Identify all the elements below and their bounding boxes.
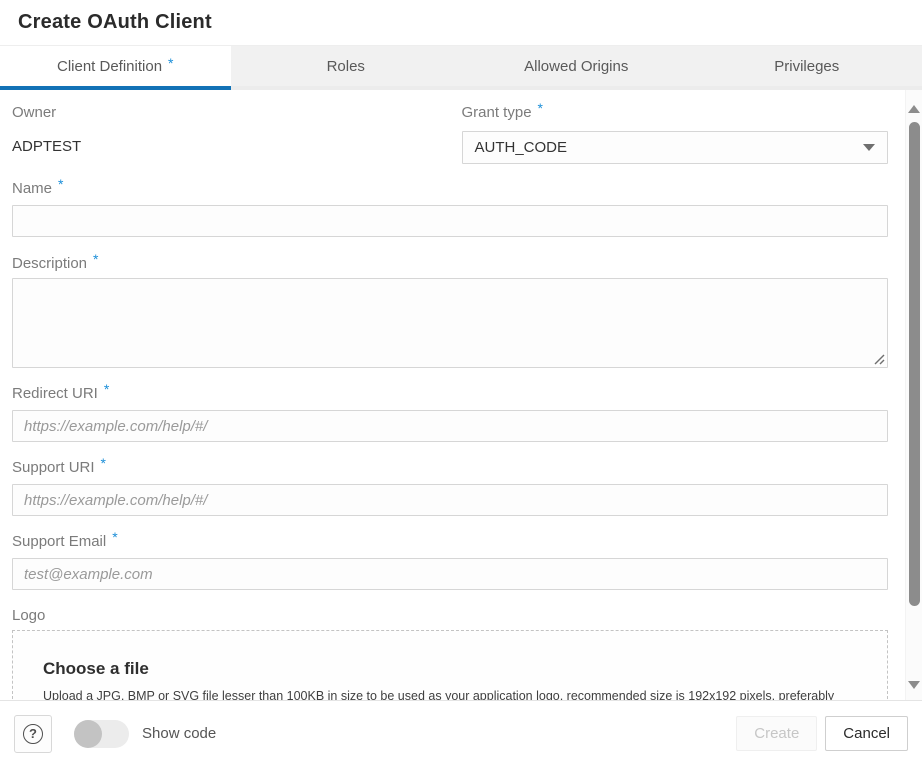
dialog-header: Create OAuth Client: [0, 0, 922, 46]
create-button[interactable]: Create: [736, 716, 817, 751]
grant-type-select[interactable]: AUTH_CODE: [462, 131, 889, 164]
support-uri-label: Support URI *: [12, 459, 888, 477]
tab-roles[interactable]: Roles: [231, 46, 462, 90]
support-email-label: Support Email *: [12, 533, 888, 551]
name-input[interactable]: [12, 205, 888, 237]
choose-file-title: Choose a file: [43, 659, 857, 679]
cancel-button[interactable]: Cancel: [825, 716, 908, 751]
tab-label: Privileges: [774, 58, 839, 75]
redirect-uri-label: Redirect URI *: [12, 385, 888, 403]
scroll-up-icon[interactable]: [908, 105, 920, 113]
show-code-label: Show code: [142, 725, 216, 742]
help-button[interactable]: ?: [14, 715, 52, 753]
tab-label: Allowed Origins: [524, 58, 628, 75]
redirect-uri-input[interactable]: [12, 410, 888, 442]
description-label: Description *: [12, 255, 888, 273]
owner-value: ADPTEST: [12, 137, 439, 157]
create-oauth-client-dialog: Create OAuth Client Client Definition * …: [0, 0, 922, 766]
scroll-down-icon[interactable]: [908, 681, 920, 689]
tab-bar: Client Definition * Roles Allowed Origin…: [0, 46, 922, 90]
tab-privileges[interactable]: Privileges: [692, 46, 922, 90]
tab-label: Client Definition: [57, 58, 162, 75]
support-uri-input[interactable]: [12, 484, 888, 516]
required-asterisk: *: [104, 382, 109, 396]
toggle-knob: [74, 720, 102, 748]
page-title: Create OAuth Client: [18, 11, 212, 34]
show-code-toggle[interactable]: [74, 720, 129, 748]
logo-file-dropzone[interactable]: Choose a file Upload a JPG, BMP or SVG f…: [12, 630, 888, 700]
required-asterisk: *: [168, 56, 173, 70]
grant-type-value: AUTH_CODE: [475, 139, 568, 156]
tab-client-definition[interactable]: Client Definition *: [0, 46, 231, 90]
tab-label: Roles: [327, 58, 365, 75]
form-scroll-area: Owner ADPTEST Grant type * AUTH_CODE: [0, 90, 922, 700]
owner-label: Owner: [12, 104, 439, 122]
required-asterisk: *: [101, 456, 106, 470]
upload-hint-text: Upload a JPG, BMP or SVG file lesser tha…: [43, 688, 843, 700]
grant-type-label: Grant type *: [462, 104, 889, 122]
tab-allowed-origins[interactable]: Allowed Origins: [461, 46, 692, 90]
scrollbar-thumb[interactable]: [909, 122, 920, 606]
required-asterisk: *: [58, 177, 63, 191]
support-email-input[interactable]: [12, 558, 888, 590]
dialog-footer: ? Show code Create Cancel: [0, 700, 922, 766]
client-definition-form: Owner ADPTEST Grant type * AUTH_CODE: [0, 90, 905, 700]
required-asterisk: *: [112, 530, 117, 544]
required-asterisk: *: [538, 101, 543, 115]
name-label: Name *: [12, 180, 888, 198]
vertical-scrollbar[interactable]: [905, 90, 922, 700]
question-mark-icon: ?: [23, 724, 43, 744]
required-asterisk: *: [93, 252, 98, 266]
chevron-down-icon: [863, 144, 875, 151]
logo-label: Logo: [12, 607, 888, 625]
description-textarea[interactable]: [12, 278, 888, 368]
